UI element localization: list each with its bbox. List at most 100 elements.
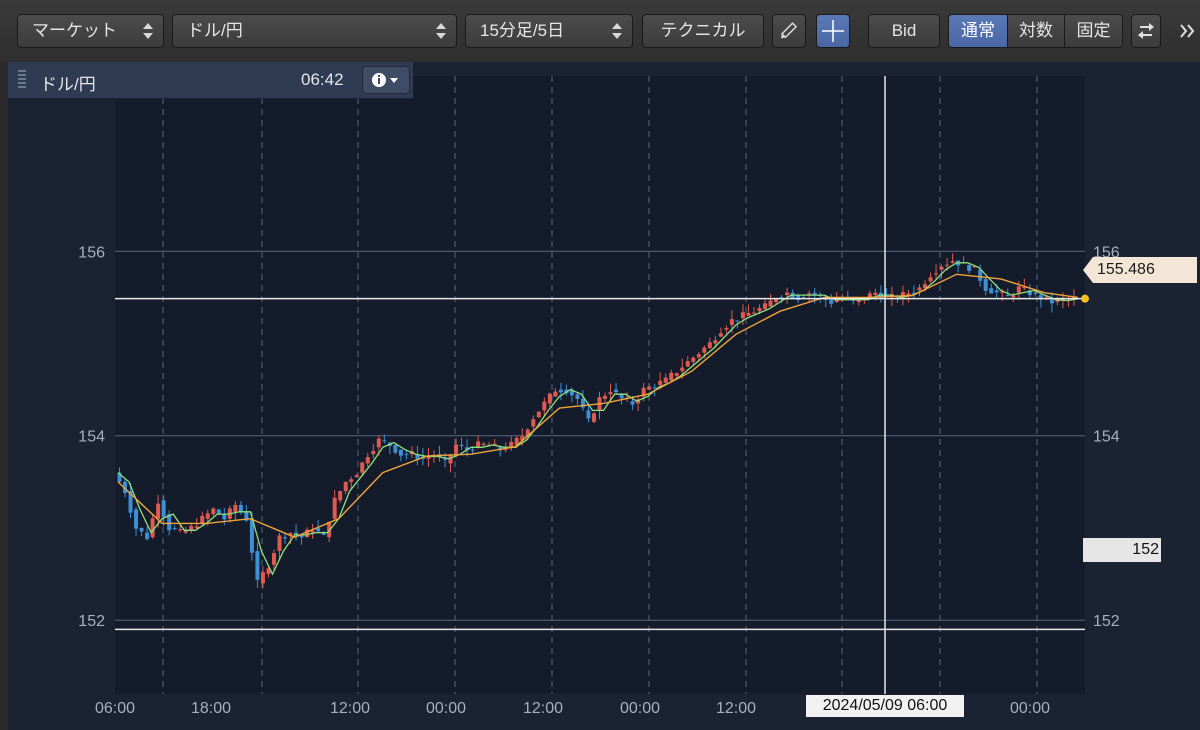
info-symbol: ドル/円 [40, 75, 96, 94]
updown-arrow-icon [143, 23, 153, 39]
drag-grip-icon[interactable] [18, 70, 26, 90]
y-axis-label-left: 152 [78, 613, 105, 630]
candle-body [718, 333, 723, 337]
bid-button[interactable]: Bid [868, 14, 940, 48]
candle-body [459, 444, 464, 446]
candle-body [945, 264, 950, 266]
market-select[interactable]: マーケット [17, 14, 164, 48]
candle-body [481, 443, 486, 445]
candle-body [558, 389, 563, 393]
candle-body [349, 479, 354, 482]
candle-body [542, 401, 547, 411]
candle-body [757, 307, 762, 312]
x-axis-label: 12:00 [523, 700, 563, 717]
x-axis-label: 00:00 [620, 700, 660, 717]
candle-body [1049, 299, 1054, 304]
current-price-dot [1081, 294, 1089, 303]
candle-body [989, 288, 994, 294]
candle-body [470, 449, 475, 451]
candle-body [454, 444, 459, 455]
draw-tool-button[interactable] [772, 14, 806, 48]
technical-button[interactable]: テクニカル [642, 14, 764, 48]
y-axis-label-right: 154 [1093, 429, 1120, 446]
candle-body [603, 395, 608, 399]
x-axis-label: 12:00 [330, 700, 370, 717]
candle-body [255, 551, 260, 580]
candle-body [547, 393, 552, 404]
candle-body [691, 357, 696, 362]
toggle-button[interactable] [1131, 14, 1161, 48]
candle-body [178, 528, 183, 531]
candle-body [829, 299, 834, 304]
candle-body [189, 525, 194, 531]
candle-body [343, 481, 348, 492]
candle-body [873, 292, 878, 296]
candle-body [680, 367, 685, 372]
candle-body [172, 527, 177, 530]
scale-normal-button[interactable]: 通常 [948, 14, 1008, 48]
timeframe-select[interactable]: 15分足/5日 [465, 14, 633, 48]
candle-body [139, 527, 144, 532]
candle-body [994, 290, 999, 293]
candle-body [1005, 295, 1010, 297]
candle-body [652, 387, 657, 389]
x-axis-label: 00:00 [426, 700, 466, 717]
expand-icon [1180, 24, 1195, 38]
candle-body [983, 278, 988, 291]
y-axis-label-left: 154 [78, 429, 105, 446]
scale-log-button[interactable]: 対数 [1007, 14, 1065, 48]
candle-body [332, 497, 337, 519]
candle-body [768, 300, 773, 307]
candle-body [156, 503, 161, 519]
candle-body [211, 508, 216, 515]
candle-body [663, 377, 668, 383]
candle-body [906, 293, 911, 296]
updown-arrow-icon [612, 23, 622, 39]
candle-body [751, 312, 756, 314]
low-price-tag: 152 [1083, 538, 1161, 562]
candle-body [928, 277, 933, 282]
x-axis-label: 18:00 [191, 700, 231, 717]
candle-body [238, 504, 243, 513]
candle-body [608, 392, 613, 395]
candle-body [536, 411, 541, 418]
candle-body [746, 312, 751, 316]
candle-body [382, 440, 387, 442]
candle-body [150, 518, 155, 538]
candle-body [509, 441, 514, 448]
candle-body [1033, 292, 1038, 294]
candle-body [614, 389, 619, 393]
y-axis-label-right: 152 [1093, 613, 1120, 630]
candle-body [271, 553, 276, 565]
candle-body [586, 410, 591, 419]
candle-body [934, 273, 939, 275]
candle-body [978, 269, 983, 281]
candle-body [145, 532, 150, 540]
candle-body [967, 265, 972, 271]
candle-body [950, 261, 955, 263]
candle-body [393, 444, 398, 453]
scale-fixed-button[interactable]: 固定 [1064, 14, 1123, 48]
candle-body [476, 441, 481, 448]
chart-area[interactable]: 156 156 154 154 152 152 06:00 18:00 12:00 00:00 1… [8, 62, 1200, 730]
timeframe-select-label: 15分足/5日 [480, 21, 565, 40]
crosshair-icon [822, 20, 844, 42]
candle-body [575, 394, 580, 399]
candle-body [260, 572, 265, 584]
candle-body [443, 458, 448, 460]
candle-body [707, 342, 712, 349]
candle-body [371, 450, 376, 455]
crosshair-button[interactable] [816, 14, 850, 48]
pair-select[interactable]: ドル/円 [172, 14, 457, 48]
candle-body [1011, 295, 1016, 298]
info-menu-button[interactable] [362, 66, 410, 94]
crosshair-date-value: 2024/05/09 06:00 [822, 697, 948, 714]
candle-body [1016, 286, 1021, 293]
candle-body [531, 419, 536, 427]
candle-body [222, 514, 227, 520]
candle-body [591, 413, 596, 422]
x-axis-label: 00:00 [1010, 700, 1050, 717]
candle-body [729, 319, 734, 326]
expand-button[interactable] [1172, 14, 1200, 48]
updown-arrow-icon [436, 23, 446, 39]
